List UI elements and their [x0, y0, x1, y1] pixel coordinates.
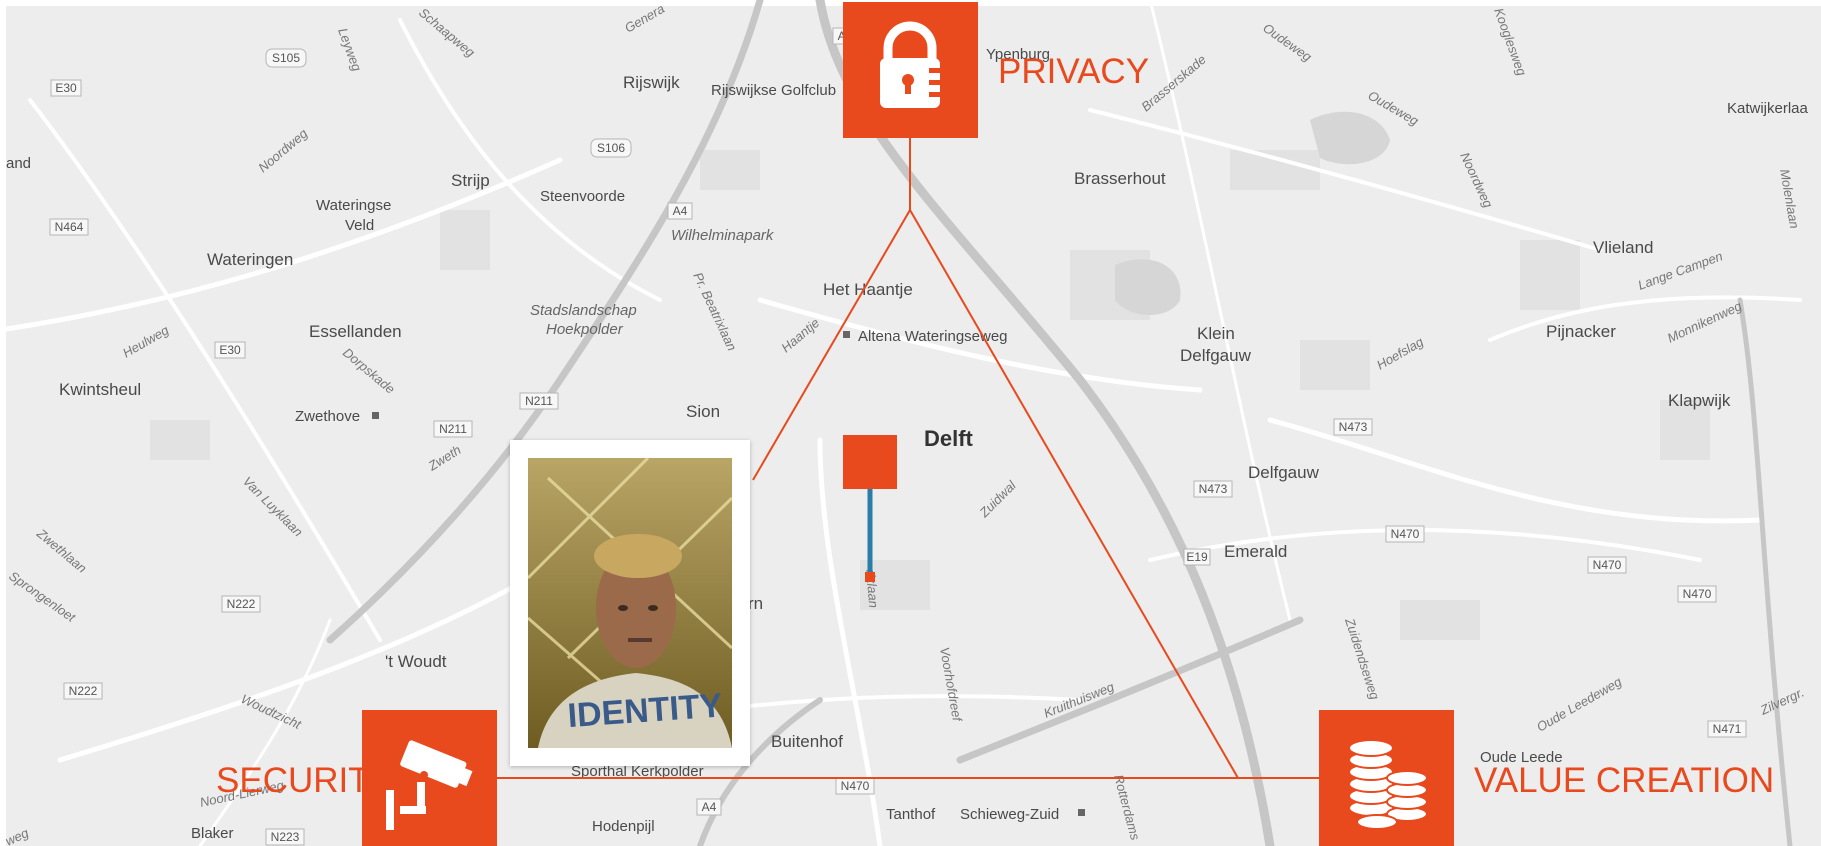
label-katwijkerlaan: Katwijkerlaa — [1727, 100, 1809, 117]
label-pijnacker: Pijnacker — [1546, 322, 1616, 341]
value-creation-tile[interactable] — [1319, 710, 1454, 846]
svg-text:N211: N211 — [525, 394, 553, 408]
label-hodenpijl: Hodenpijl — [592, 818, 655, 835]
shield-n470-a: N470 — [1385, 525, 1425, 543]
label-stadslandschap: Stadslandschap — [530, 302, 637, 319]
shield-n211-b: N211 — [433, 420, 473, 438]
label-rn: rn — [748, 594, 763, 613]
shield-n470-d: N470 — [835, 777, 875, 795]
label-zwethove: Zwethove — [295, 408, 360, 425]
left-margin — [0, 0, 6, 846]
value-creation-label: VALUE CREATION — [1474, 761, 1775, 800]
shield-n222-a: N222 — [221, 595, 261, 613]
label-klein: Klein — [1197, 324, 1235, 343]
svg-text:N211: N211 — [439, 422, 467, 436]
coin-stack-icon — [1348, 739, 1428, 830]
svg-text:N223: N223 — [271, 830, 300, 844]
svg-text:N473: N473 — [1199, 482, 1228, 496]
shield-n471: N471 — [1707, 720, 1747, 738]
label-veld: Veld — [345, 217, 374, 234]
svg-text:N470: N470 — [1683, 587, 1712, 601]
shield-a4-c: A4 — [696, 798, 722, 816]
svg-text:N470: N470 — [841, 779, 870, 793]
shield-n211-a: N211 — [519, 392, 559, 410]
label-delfgauw: Delfgauw — [1248, 463, 1320, 482]
pin-base — [865, 572, 875, 582]
shield-e30-b: E30 — [214, 341, 246, 359]
svg-text:E19: E19 — [1186, 550, 1208, 564]
svg-text:A4: A4 — [673, 204, 688, 218]
label-sion: Sion — [686, 402, 720, 421]
label-altena: Altena Wateringseweg — [858, 328, 1008, 345]
label-vlieland: Vlieland — [1593, 238, 1654, 257]
label-golfclub: Rijswijkse Golfclub — [711, 82, 836, 99]
label-kwintsheul: Kwintsheul — [59, 380, 141, 399]
label-wateringse: Wateringse — [316, 197, 391, 214]
shield-n473-a: N473 — [1333, 418, 1373, 436]
svg-text:N222: N222 — [227, 597, 256, 611]
svg-text:S106: S106 — [597, 141, 625, 155]
shield-a4-b: A4 — [667, 202, 693, 220]
label-delft: Delft — [924, 426, 974, 451]
label-tanthof: Tanthof — [886, 806, 936, 823]
identity-photo-card[interactable]: IDENTITY — [510, 440, 750, 766]
label-emerald: Emerald — [1224, 542, 1287, 561]
svg-text:E30: E30 — [219, 343, 241, 357]
shield-e30-a: E30 — [50, 79, 82, 97]
pin-head — [843, 435, 897, 489]
svg-text:N222: N222 — [69, 684, 98, 698]
shield-n222-b: N222 — [63, 682, 103, 700]
shield-e19: E19 — [1183, 548, 1211, 566]
label-brasserhout: Brasserhout — [1074, 169, 1166, 188]
security-label: SECURITY — [216, 761, 393, 800]
label-blaker: Blaker — [191, 825, 234, 842]
svg-text:N473: N473 — [1339, 420, 1368, 434]
label-t-woudt: 't Woudt — [385, 652, 447, 671]
label-wilhelminapark: Wilhelminapark — [671, 227, 775, 244]
svg-text:N470: N470 — [1593, 558, 1622, 572]
svg-text:E30: E30 — [55, 81, 77, 95]
shield-n473-b: N473 — [1193, 480, 1233, 498]
label-and: and — [6, 155, 31, 172]
label-essellanden: Essellanden — [309, 322, 402, 341]
label-wateringen: Wateringen — [207, 250, 293, 269]
label-hoekpolder: Hoekpolder — [546, 321, 624, 338]
label-delfgauw-klein: Delfgauw — [1180, 346, 1252, 365]
shield-s106: S106 — [590, 138, 632, 158]
shield-n223: N223 — [265, 828, 305, 846]
label-steenvoorde: Steenvoorde — [540, 188, 625, 205]
label-schieweg-zuid: Schieweg-Zuid — [960, 806, 1059, 823]
svg-text:N470: N470 — [1391, 527, 1420, 541]
svg-text:S105: S105 — [272, 51, 300, 65]
label-strijp: Strijp — [451, 171, 490, 190]
privacy-tile[interactable] — [843, 2, 978, 138]
label-buitenhof: Buitenhof — [771, 732, 843, 751]
identity-photo: IDENTITY — [528, 458, 732, 748]
padlock-icon — [880, 21, 941, 108]
shield-n470-c: N470 — [1677, 585, 1717, 603]
shield-n470-b: N470 — [1587, 556, 1627, 574]
privacy-label: PRIVACY — [998, 52, 1150, 91]
label-rijswijk: Rijswijk — [623, 73, 680, 92]
svg-text:N464: N464 — [55, 220, 84, 234]
shield-s105: S105 — [265, 48, 307, 68]
svg-text:A4: A4 — [702, 800, 717, 814]
label-klapwijk: Klapwijk — [1668, 391, 1731, 410]
shield-n464: N464 — [49, 218, 89, 236]
svg-text:N471: N471 — [1713, 722, 1742, 736]
